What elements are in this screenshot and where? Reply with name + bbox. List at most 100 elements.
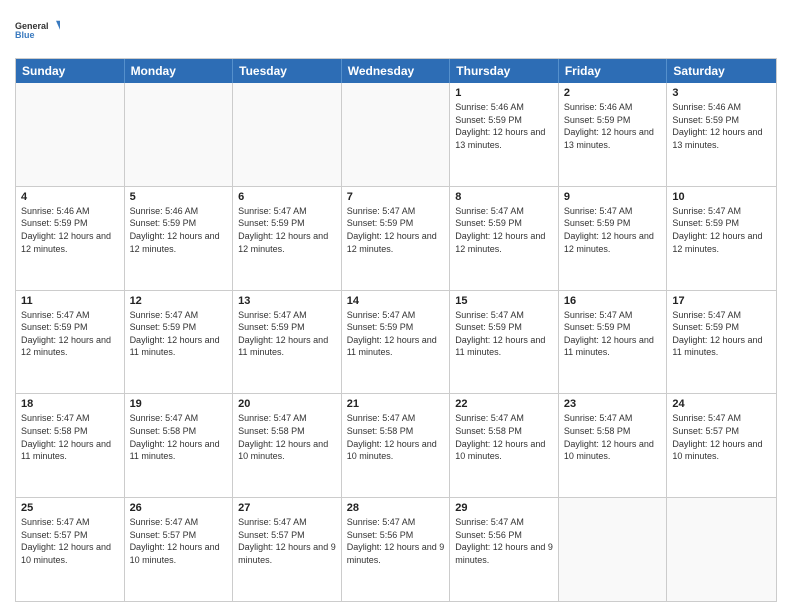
calendar-cell: 18 Sunrise: 5:47 AMSunset: 5:58 PMDayligh… — [16, 394, 125, 497]
day-number: 28 — [347, 502, 445, 514]
page: General Blue SundayMondayTuesdayWednesda… — [0, 0, 792, 612]
day-number: 25 — [21, 502, 119, 514]
calendar-cell — [667, 498, 776, 601]
day-number: 11 — [21, 295, 119, 307]
calendar-cell: 21 Sunrise: 5:47 AMSunset: 5:58 PMDayligh… — [342, 394, 451, 497]
day-info: Sunrise: 5:47 AMSunset: 5:59 PMDaylight:… — [564, 205, 662, 255]
day-number: 29 — [455, 502, 553, 514]
calendar-cell: 6Sunrise: 5:47 AMSunset: 5:59 PMDaylight… — [233, 187, 342, 290]
calendar-header: SundayMondayTuesdayWednesdayThursdayFrid… — [16, 59, 776, 83]
day-info: Sunrise: 5:47 AMSunset: 5:58 PMDaylight:… — [347, 412, 445, 462]
day-info: Sunrise: 5:47 AMSunset: 5:59 PMDaylight:… — [455, 205, 553, 255]
day-number: 22 — [455, 398, 553, 410]
day-info: Sunrise: 5:47 AMSunset: 5:58 PMDaylight:… — [238, 412, 336, 462]
calendar-cell: 13 Sunrise: 5:47 AMSunset: 5:59 PMDayligh… — [233, 291, 342, 394]
day-info: Sunrise: 5:47 AMSunset: 5:59 PMDaylight:… — [21, 309, 119, 359]
day-number: 19 — [130, 398, 228, 410]
header-cell-thursday: Thursday — [450, 59, 559, 83]
header-cell-saturday: Saturday — [667, 59, 776, 83]
logo-svg: General Blue — [15, 10, 60, 50]
day-info: Sunrise: 5:47 AMSunset: 5:59 PMDaylight:… — [672, 205, 771, 255]
day-number: 21 — [347, 398, 445, 410]
day-info: Sunrise: 5:47 AMSunset: 5:59 PMDaylight:… — [347, 309, 445, 359]
day-info: Sunrise: 5:47 AMSunset: 5:59 PMDaylight:… — [238, 309, 336, 359]
calendar-cell: 23Sunrise: 5:47 AMSunset: 5:58 PMDayligh… — [559, 394, 668, 497]
calendar-cell: 11 Sunrise: 5:47 AMSunset: 5:59 PMDayligh… — [16, 291, 125, 394]
day-info: Sunrise: 5:47 AMSunset: 5:59 PMDaylight:… — [455, 309, 553, 359]
day-info: Sunrise: 5:46 AMSunset: 5:59 PMDaylight:… — [672, 101, 771, 151]
day-info: Sunrise: 5:47 AMSunset: 5:58 PMDaylight:… — [455, 412, 553, 462]
header-cell-tuesday: Tuesday — [233, 59, 342, 83]
day-info: Sunrise: 5:47 AMSunset: 5:58 PMDaylight:… — [21, 412, 119, 462]
day-info: Sunrise: 5:47 AMSunset: 5:57 PMDaylight:… — [238, 516, 336, 566]
week-row-5: 25 Sunrise: 5:47 AMSunset: 5:57 PMDayligh… — [16, 498, 776, 601]
day-info: Sunrise: 5:47 AMSunset: 5:59 PMDaylight:… — [564, 309, 662, 359]
calendar-cell: 17 Sunrise: 5:47 AMSunset: 5:59 PMDayligh… — [667, 291, 776, 394]
day-number: 1 — [455, 87, 553, 99]
calendar-cell: 12Sunrise: 5:47 AMSunset: 5:59 PMDayligh… — [125, 291, 234, 394]
day-number: 18 — [21, 398, 119, 410]
day-info: Sunrise: 5:47 AMSunset: 5:59 PMDaylight:… — [347, 205, 445, 255]
day-number: 20 — [238, 398, 336, 410]
day-info: Sunrise: 5:46 AMSunset: 5:59 PMDaylight:… — [564, 101, 662, 151]
calendar-cell: 10 Sunrise: 5:47 AMSunset: 5:59 PMDayligh… — [667, 187, 776, 290]
day-info: Sunrise: 5:46 AMSunset: 5:59 PMDaylight:… — [455, 101, 553, 151]
day-info: Sunrise: 5:47 AMSunset: 5:59 PMDaylight:… — [672, 309, 771, 359]
day-info: Sunrise: 5:47 AMSunset: 5:56 PMDaylight:… — [455, 516, 553, 566]
day-number: 16 — [564, 295, 662, 307]
day-number: 10 — [672, 191, 771, 203]
day-number: 3 — [672, 87, 771, 99]
week-row-2: 4 Sunrise: 5:46 AMSunset: 5:59 PMDaylight… — [16, 187, 776, 291]
week-row-3: 11 Sunrise: 5:47 AMSunset: 5:59 PMDayligh… — [16, 291, 776, 395]
calendar-cell: 25Sunrise: 5:47 AMSunset: 5:57 PMDayligh… — [16, 498, 125, 601]
day-info: Sunrise: 5:47 AMSunset: 5:59 PMDaylight:… — [238, 205, 336, 255]
calendar-cell: 1 Sunrise: 5:46 AMSunset: 5:59 PMDaylight… — [450, 83, 559, 186]
day-number: 24 — [672, 398, 771, 410]
day-number: 2 — [564, 87, 662, 99]
calendar-cell: 27Sunrise: 5:47 AMSunset: 5:57 PMDayligh… — [233, 498, 342, 601]
day-number: 4 — [21, 191, 119, 203]
day-info: Sunrise: 5:47 AMSunset: 5:57 PMDaylight:… — [672, 412, 771, 462]
calendar-cell: 29 Sunrise: 5:47 AMSunset: 5:56 PMDayligh… — [450, 498, 559, 601]
calendar-cell: 22 Sunrise: 5:47 AMSunset: 5:58 PMDayligh… — [450, 394, 559, 497]
calendar-cell: 5 Sunrise: 5:46 AMSunset: 5:59 PMDaylight… — [125, 187, 234, 290]
calendar-cell — [16, 83, 125, 186]
svg-text:Blue: Blue — [15, 30, 35, 40]
header-cell-monday: Monday — [125, 59, 234, 83]
header-cell-wednesday: Wednesday — [342, 59, 451, 83]
calendar-cell: 7 Sunrise: 5:47 AMSunset: 5:59 PMDaylight… — [342, 187, 451, 290]
calendar-cell — [559, 498, 668, 601]
logo: General Blue — [15, 10, 60, 50]
header-cell-friday: Friday — [559, 59, 668, 83]
calendar-cell: 26 Sunrise: 5:47 AMSunset: 5:57 PMDayligh… — [125, 498, 234, 601]
day-info: Sunrise: 5:47 AMSunset: 5:57 PMDaylight:… — [130, 516, 228, 566]
day-number: 15 — [455, 295, 553, 307]
calendar-cell: 8 Sunrise: 5:47 AMSunset: 5:59 PMDaylight… — [450, 187, 559, 290]
calendar-cell: 9Sunrise: 5:47 AMSunset: 5:59 PMDaylight… — [559, 187, 668, 290]
header: General Blue — [15, 10, 777, 50]
calendar-cell — [125, 83, 234, 186]
day-number: 8 — [455, 191, 553, 203]
day-number: 13 — [238, 295, 336, 307]
day-info: Sunrise: 5:47 AMSunset: 5:58 PMDaylight:… — [564, 412, 662, 462]
week-row-4: 18 Sunrise: 5:47 AMSunset: 5:58 PMDayligh… — [16, 394, 776, 498]
calendar-cell: 15 Sunrise: 5:47 AMSunset: 5:59 PMDayligh… — [450, 291, 559, 394]
calendar: SundayMondayTuesdayWednesdayThursdayFrid… — [15, 58, 777, 602]
week-row-1: 1 Sunrise: 5:46 AMSunset: 5:59 PMDaylight… — [16, 83, 776, 187]
day-number: 7 — [347, 191, 445, 203]
header-cell-sunday: Sunday — [16, 59, 125, 83]
day-info: Sunrise: 5:47 AMSunset: 5:59 PMDaylight:… — [130, 309, 228, 359]
calendar-cell: 16 Sunrise: 5:47 AMSunset: 5:59 PMDayligh… — [559, 291, 668, 394]
day-number: 5 — [130, 191, 228, 203]
day-info: Sunrise: 5:47 AMSunset: 5:56 PMDaylight:… — [347, 516, 445, 566]
day-number: 17 — [672, 295, 771, 307]
calendar-cell: 19Sunrise: 5:47 AMSunset: 5:58 PMDayligh… — [125, 394, 234, 497]
day-info: Sunrise: 5:46 AMSunset: 5:59 PMDaylight:… — [21, 205, 119, 255]
day-number: 26 — [130, 502, 228, 514]
day-number: 14 — [347, 295, 445, 307]
calendar-cell: 14 Sunrise: 5:47 AMSunset: 5:59 PMDayligh… — [342, 291, 451, 394]
calendar-cell: 24 Sunrise: 5:47 AMSunset: 5:57 PMDayligh… — [667, 394, 776, 497]
calendar-cell: 3 Sunrise: 5:46 AMSunset: 5:59 PMDaylight… — [667, 83, 776, 186]
calendar-cell: 28 Sunrise: 5:47 AMSunset: 5:56 PMDayligh… — [342, 498, 451, 601]
day-info: Sunrise: 5:46 AMSunset: 5:59 PMDaylight:… — [130, 205, 228, 255]
